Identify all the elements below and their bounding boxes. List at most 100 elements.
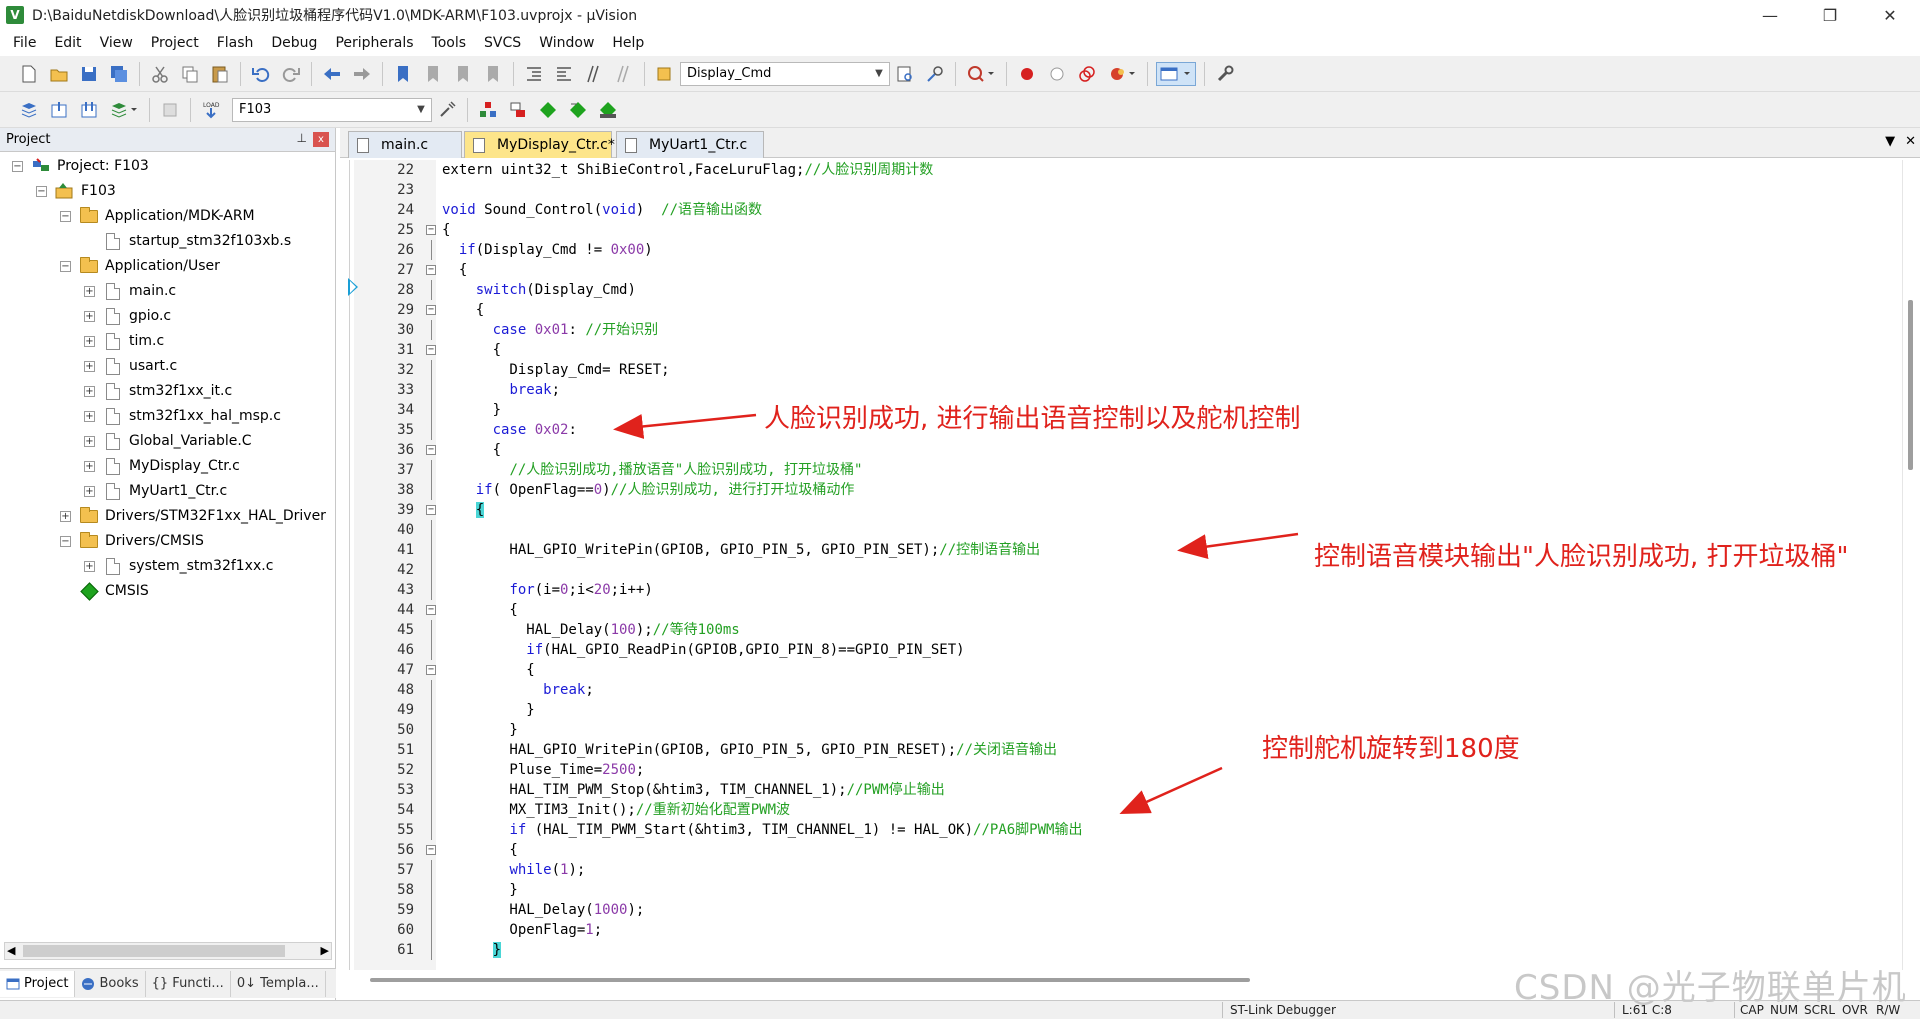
tab-mydisplay-ctr-c[interactable]: MyDisplay_Ctr.c*	[464, 131, 615, 158]
tree-item[interactable]: − Application/MDK-ARM	[60, 204, 255, 228]
menu-help[interactable]: Help	[603, 31, 653, 55]
tree-item[interactable]: + MyDisplay_Ctr.c	[84, 454, 240, 478]
prev-bookmark-icon[interactable]	[421, 62, 445, 86]
paste-icon[interactable]	[208, 62, 232, 86]
code-line[interactable]: 23	[340, 180, 1900, 200]
configure-icon[interactable]	[1213, 62, 1237, 86]
close-button[interactable]: ✕	[1860, 0, 1920, 30]
code-line[interactable]: 31 − {	[340, 340, 1900, 360]
code-line[interactable]: 32 Display_Cmd= RESET;	[340, 360, 1900, 380]
incremental-find-icon[interactable]	[923, 62, 947, 86]
tab-functions[interactable]: {} Functi...	[146, 970, 231, 997]
indent-icon[interactable]	[522, 62, 546, 86]
cut-icon[interactable]	[148, 62, 172, 86]
menu-file[interactable]: File	[4, 31, 45, 55]
expand-icon[interactable]: +	[84, 460, 95, 472]
tree-item[interactable]: CMSIS	[60, 579, 149, 603]
code-line[interactable]: 49 }	[340, 700, 1900, 720]
expand-icon[interactable]: +	[84, 485, 95, 497]
code-line[interactable]: 53 HAL_TIM_PWM_Stop(&htim3, TIM_CHANNEL_…	[340, 780, 1900, 800]
stop-build-icon[interactable]	[158, 98, 182, 122]
code-line[interactable]: 54 MX_TIM3_Init();//重新初始化配置PWM波	[340, 800, 1900, 820]
scroll-right-icon[interactable]: ▶	[321, 944, 329, 957]
uncomment-icon[interactable]	[612, 62, 636, 86]
chevron-down-icon[interactable]: ▼	[872, 67, 886, 81]
code-line[interactable]: 25 −{	[340, 220, 1900, 240]
tree-item[interactable]: startup_stm32f103xb.s	[84, 229, 291, 253]
unindent-icon[interactable]	[552, 62, 576, 86]
menu-window[interactable]: Window	[530, 31, 603, 55]
code-line[interactable]: 29 − {	[340, 300, 1900, 320]
menu-peripherals[interactable]: Peripherals	[326, 31, 422, 55]
manage-components-icon[interactable]	[476, 98, 500, 122]
code-line[interactable]: 43 for(i=0;i<20;i++)	[340, 580, 1900, 600]
expand-icon[interactable]: +	[84, 310, 95, 322]
code-line[interactable]: 38 if( OpenFlag==0)//人脸识别成功, 进行打开垃圾桶动作	[340, 480, 1900, 500]
scroll-thumb[interactable]	[1908, 300, 1913, 470]
maximize-button[interactable]: ❐	[1800, 0, 1860, 30]
collapse-icon[interactable]: −	[36, 185, 47, 197]
expand-icon[interactable]: +	[84, 435, 95, 447]
save-icon[interactable]	[77, 62, 101, 86]
forward-icon[interactable]	[350, 62, 374, 86]
component-icon[interactable]	[506, 98, 530, 122]
load-icon[interactable]: LOAD	[199, 98, 223, 122]
code-line[interactable]: 61 }	[340, 940, 1900, 960]
code-line[interactable]: 57 while(1);	[340, 860, 1900, 880]
close-tab-icon[interactable]: ✕	[1905, 134, 1916, 149]
code-line[interactable]: 56 − {	[340, 840, 1900, 860]
tree-item[interactable]: + tim.c	[84, 329, 164, 353]
tree-item[interactable]: + usart.c	[84, 354, 177, 378]
fold-collapse-icon[interactable]: −	[426, 665, 436, 675]
menu-view[interactable]: View	[91, 31, 142, 55]
collapse-icon[interactable]: −	[60, 210, 71, 222]
menu-debug[interactable]: Debug	[262, 31, 326, 55]
menu-tools[interactable]: Tools	[423, 31, 476, 55]
copy-icon[interactable]	[178, 62, 202, 86]
code-line[interactable]: 39 − {	[340, 500, 1900, 520]
code-line[interactable]: 48 break;	[340, 680, 1900, 700]
breakpoint-icon[interactable]	[1015, 62, 1039, 86]
code-line[interactable]: 55 if (HAL_TIM_PWM_Start(&htim3, TIM_CHA…	[340, 820, 1900, 840]
fold-collapse-icon[interactable]: −	[426, 605, 436, 615]
project-hscrollbar[interactable]: ◀ ▶	[4, 942, 332, 960]
code-line[interactable]: 22 extern uint32_t ShiBieControl,FaceLuru…	[340, 160, 1900, 180]
chevron-down-icon[interactable]: ▼	[414, 103, 428, 117]
tree-item[interactable]: + gpio.c	[84, 304, 171, 328]
target-combo[interactable]: F103 ▼	[232, 97, 432, 122]
code-line[interactable]: 30 case 0x01: //开始识别	[340, 320, 1900, 340]
pin-icon[interactable]: ⊥	[297, 131, 307, 145]
tree-item[interactable]: − Drivers/CMSIS	[60, 529, 204, 553]
editor-vscrollbar[interactable]	[1902, 160, 1920, 970]
build-icon[interactable]	[47, 98, 71, 122]
tree-item[interactable]: + main.c	[84, 279, 176, 303]
software-packs-icon[interactable]	[596, 98, 620, 122]
fold-collapse-icon[interactable]: −	[426, 845, 436, 855]
tab-myuart1-ctr-c[interactable]: MyUart1_Ctr.c	[616, 131, 764, 158]
code-line[interactable]: 59 HAL_Delay(1000);	[340, 900, 1900, 920]
code-line[interactable]: 58 }	[340, 880, 1900, 900]
open-file-icon[interactable]	[47, 62, 71, 86]
expand-icon[interactable]: +	[84, 410, 95, 422]
debug-session-icon[interactable]	[964, 62, 998, 86]
code-line[interactable]: 60 OpenFlag=1;	[340, 920, 1900, 940]
comment-icon[interactable]	[582, 62, 606, 86]
tree-item[interactable]: − Application/User	[60, 254, 220, 278]
target-options-icon[interactable]	[435, 98, 459, 122]
menu-svcs[interactable]: SVCS	[475, 31, 530, 55]
undo-icon[interactable]	[249, 62, 273, 86]
tree-item[interactable]: + stm32f1xx_it.c	[84, 379, 232, 403]
translate-icon[interactable]	[17, 98, 41, 122]
tree-item[interactable]: + Global_Variable.C	[84, 429, 252, 453]
tab-templates[interactable]: 0↓ Templa...	[231, 970, 326, 997]
code-line[interactable]: 52 Pluse_Time=2500;	[340, 760, 1900, 780]
tree-item[interactable]: + MyUart1_Ctr.c	[84, 479, 227, 503]
expand-icon[interactable]: +	[84, 360, 95, 372]
new-file-icon[interactable]	[17, 62, 41, 86]
expand-icon[interactable]: +	[84, 560, 95, 572]
pack-installer-icon[interactable]	[536, 98, 560, 122]
next-bookmark-icon[interactable]	[451, 62, 475, 86]
code-line[interactable]: 27 − {	[340, 260, 1900, 280]
code-line[interactable]: 51 HAL_GPIO_WritePin(GPIOB, GPIO_PIN_5, …	[340, 740, 1900, 760]
kill-breakpoints-icon[interactable]	[1075, 62, 1099, 86]
